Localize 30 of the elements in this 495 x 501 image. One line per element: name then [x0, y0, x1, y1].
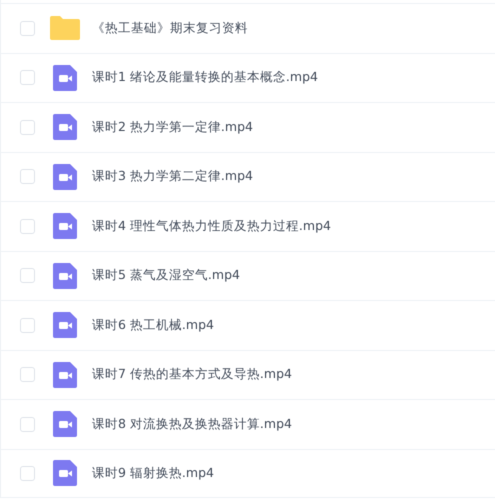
checkbox[interactable]	[20, 318, 35, 333]
file-name[interactable]: 《热工基础》期末复习资料	[92, 20, 248, 37]
checkbox[interactable]	[20, 169, 35, 184]
video-file-icon	[53, 312, 77, 338]
file-name[interactable]: 课时7 传热的基本方式及导热.mp4	[92, 366, 292, 384]
checkbox[interactable]	[20, 70, 35, 86]
file-name[interactable]: 课时6 热工机械.mp4	[92, 316, 214, 334]
folder-icon	[50, 16, 80, 40]
file-name[interactable]: 课时2 热力学第一定律.mp4	[92, 118, 253, 136]
checkbox[interactable]	[20, 120, 35, 135]
checkbox[interactable]	[20, 268, 35, 284]
checkbox[interactable]	[20, 20, 35, 36]
file-name[interactable]: 课时8 对流换热及换热器计算.mp4	[92, 416, 292, 433]
video-file-icon	[53, 411, 77, 438]
checkbox[interactable]	[20, 218, 35, 234]
video-file-icon	[53, 460, 77, 486]
checkbox[interactable]	[20, 416, 35, 432]
file-name[interactable]: 课时3 热力学第二定律.mp4	[92, 168, 253, 186]
file-name[interactable]: 课时5 蒸气及湿空气.mp4	[92, 267, 240, 284]
checkbox[interactable]	[20, 466, 35, 481]
video-file-icon	[53, 114, 77, 140]
video-file-icon	[53, 213, 77, 240]
video-file-icon	[53, 262, 77, 289]
video-file-icon	[53, 64, 77, 91]
file-name[interactable]: 课时4 理性气体热力性质及热力过程.mp4	[92, 218, 331, 235]
video-file-icon	[53, 362, 77, 388]
file-name[interactable]: 课时1 绪论及能量转换的基本概念.mp4	[92, 69, 318, 86]
file-name[interactable]: 课时9 辐射换热.mp4	[92, 464, 214, 482]
video-file-icon	[53, 164, 77, 190]
checkbox[interactable]	[20, 367, 35, 382]
